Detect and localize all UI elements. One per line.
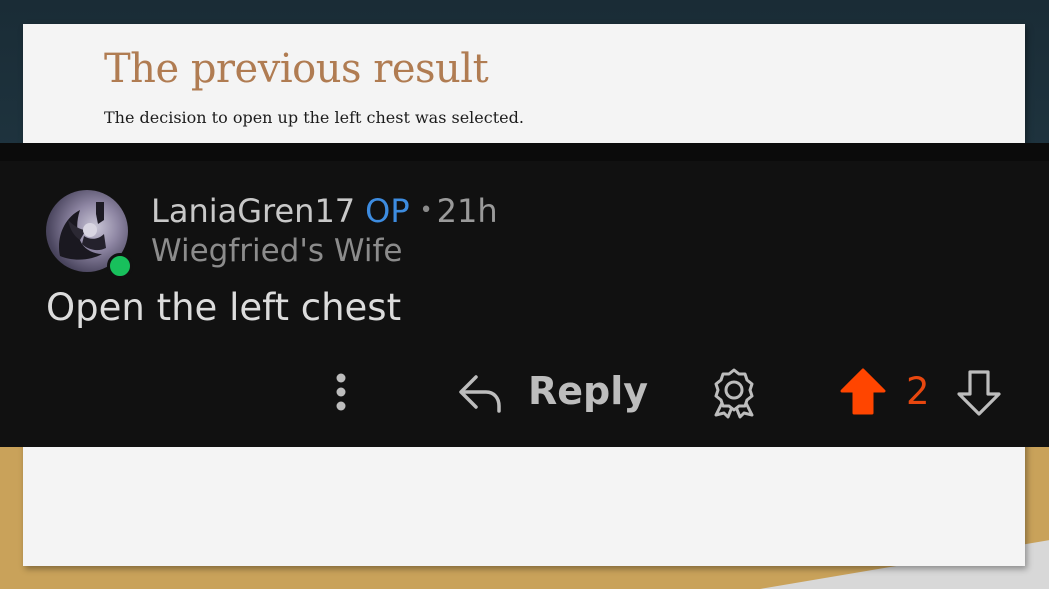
vertical-ellipsis-icon (336, 373, 346, 411)
reply-arrow-icon (459, 375, 501, 413)
comment-time: 21h (436, 192, 498, 230)
downvote-arrow-icon (957, 370, 1001, 416)
online-status-dot (107, 253, 133, 279)
slide-subtitle: The decision to open up the left chest w… (104, 108, 524, 127)
more-options-button[interactable] (326, 369, 356, 415)
meta-separator: • (419, 198, 433, 223)
op-badge: OP (365, 192, 410, 230)
vote-score: 2 (906, 370, 930, 413)
upvote-arrow-icon (840, 368, 886, 415)
reply-button[interactable]: Reply (456, 365, 648, 419)
slide-title: The previous result (104, 46, 489, 92)
comment-body: Open the left chest (46, 286, 402, 329)
comment-meta: LaniaGren17 OP • 21h (151, 191, 498, 231)
user-flair: Wiegfried's Wife (151, 233, 403, 269)
username[interactable]: LaniaGren17 (151, 192, 355, 230)
reply-label: Reply (528, 369, 649, 413)
comment-card: LaniaGren17 OP • 21h Wiegfried's Wife Open … (0, 143, 1049, 447)
upvote-button[interactable] (838, 365, 888, 419)
downvote-button[interactable] (954, 365, 1004, 419)
comment-top-band (0, 143, 1049, 161)
award-icon (714, 368, 754, 419)
award-button[interactable] (708, 365, 760, 419)
